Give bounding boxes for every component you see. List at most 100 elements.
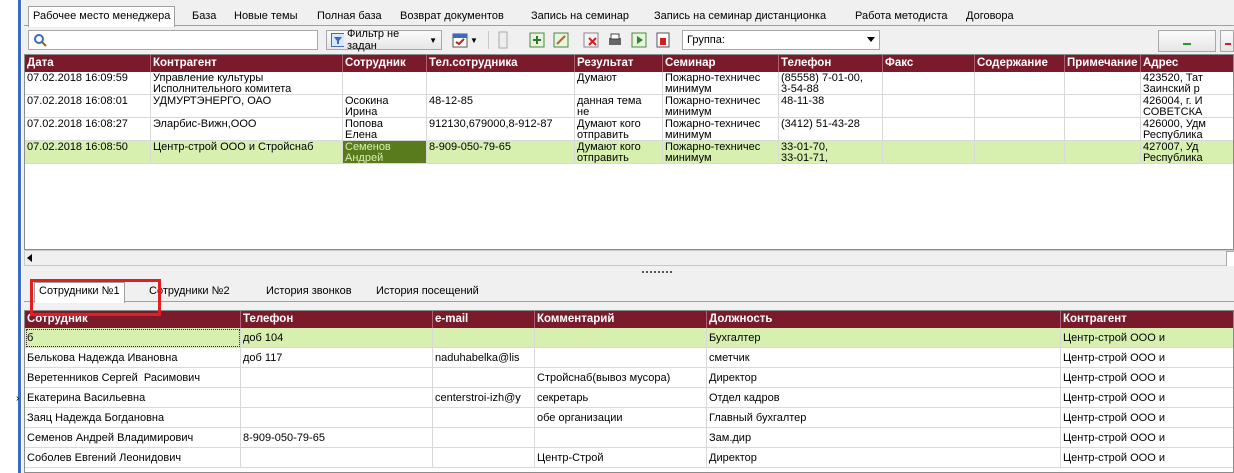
col-header-seminar[interactable]: Семинар <box>663 55 779 72</box>
calls-row[interactable]: 07.02.2018 16:08:27 Эларбис-Вижн,ООО Поп… <box>25 118 1233 141</box>
cell-seminar: Пожарно-техничес минимум <box>663 118 779 141</box>
horizontal-scrollbar[interactable] <box>24 250 1234 267</box>
cell-phone: 48-11-38 <box>779 95 883 118</box>
scroll-thumb[interactable] <box>1226 251 1234 267</box>
tab-contracts[interactable]: Договора <box>964 9 1016 25</box>
splitter-grip-icon <box>642 271 672 273</box>
tab-seminar-remote-signup[interactable]: Запись на семинар дистанционка <box>652 9 828 25</box>
col-header-address[interactable]: Адрес <box>1141 55 1233 72</box>
tab-manager-workplace[interactable]: Рабочее место менеджера <box>28 6 176 27</box>
col-header-staff-position[interactable]: Должность <box>707 311 1061 328</box>
col-header-employee-phone[interactable]: Тел.сотрудника <box>427 55 575 72</box>
tab-call-history[interactable]: История звонков <box>266 285 352 297</box>
staff-row[interactable]: Екатерина Васильевна centerstroi-izh@y сек… <box>25 388 1233 408</box>
col-header-fax[interactable]: Факс <box>883 55 975 72</box>
print-button[interactable] <box>604 30 626 50</box>
tab-full-base[interactable]: Полная база <box>315 9 384 25</box>
col-header-staff-email[interactable]: e-mail <box>433 311 535 328</box>
cell-phone: 33-01-70, 33-01-71, <box>779 141 883 164</box>
tab-staff-2[interactable]: Сотрудники №2 <box>149 285 230 297</box>
calls-row-selected[interactable]: 07.02.2018 16:08:50 Центр-строй ООО и Ст… <box>25 141 1233 164</box>
green-dash-icon <box>1183 43 1191 45</box>
cell-content <box>975 72 1065 95</box>
export-button[interactable] <box>526 30 548 50</box>
delete-button[interactable] <box>580 30 602 50</box>
export-icon <box>529 32 545 48</box>
staff-row[interactable]: Заяц Надежда Богдановна обе организации Гл… <box>25 408 1233 428</box>
cell-fax <box>883 141 975 164</box>
staff-row[interactable]: Белькова Надежда Ивановна доб 117 naduhabe… <box>25 348 1233 368</box>
calls-row[interactable]: 07.02.2018 16:08:01 УДМУРТЭНЕРГО, ОАО Ос… <box>25 95 1233 118</box>
col-header-date[interactable]: Дата <box>25 55 151 72</box>
tab-new-topics[interactable]: Новые темы <box>232 9 300 25</box>
tab-returned-documents[interactable]: Возврат документов <box>398 9 506 25</box>
staff-row[interactable]: Веретенников Сергей Расимович Стройснаб(в… <box>25 368 1233 388</box>
filter-dropdown[interactable]: Фильтр не задан ▼ <box>326 28 442 52</box>
cell-contractor: Центр-строй ООО и Стройснаб <box>151 141 343 164</box>
chart-icon <box>498 31 508 49</box>
cell-note <box>1065 118 1141 141</box>
panel-splitter[interactable] <box>24 266 1234 278</box>
col-header-contractor[interactable]: Контрагент <box>151 55 343 72</box>
cell-note <box>1065 95 1141 118</box>
calls-grid[interactable]: Дата Контрагент Сотрудник Тел.сотрудника… <box>24 54 1234 250</box>
col-header-note[interactable]: Примечание <box>1065 55 1141 72</box>
cell-address: 426004, г. И СОВЕТСКА <box>1141 95 1233 118</box>
cell-date: 07.02.2018 16:08:01 <box>25 95 151 118</box>
chevron-down-icon: ▼ <box>470 35 478 45</box>
cell-staff-phone <box>241 408 433 428</box>
cell-seminar: Пожарно-техничес минимум <box>663 141 779 164</box>
cell-staff-phone <box>241 448 433 468</box>
cell-employee-focused[interactable]: Семенов Андрей <box>343 141 427 164</box>
cell-staff-position: Бухгалтер <box>707 328 1061 348</box>
scroll-left-arrow-icon[interactable] <box>27 254 32 262</box>
cell-staff-comment <box>535 328 707 348</box>
col-header-result[interactable]: Результат <box>575 55 663 72</box>
chevron-down-icon <box>867 37 875 42</box>
staff-row[interactable]: Семенов Андрей Владимирович 8-909-050-79-… <box>25 428 1233 448</box>
calls-row[interactable]: 07.02.2018 16:09:59 Управление культуры … <box>25 72 1233 95</box>
cell-employee-phone: 48-12-85 <box>427 95 575 118</box>
cell-fax <box>883 118 975 141</box>
calendar-button[interactable]: ▼ <box>448 30 482 50</box>
red-action-button[interactable] <box>1220 30 1234 52</box>
green-action-button[interactable] <box>1158 30 1216 52</box>
col-header-content[interactable]: Содержание <box>975 55 1065 72</box>
tab-visit-history[interactable]: История посещений <box>376 285 479 297</box>
cell-staff-name: Семенов Андрей Владимирович <box>25 428 241 448</box>
staff-row-selected[interactable]: б доб 104 Бухгалтер Центр-строй ООО и <box>25 328 1233 348</box>
tab-methodist-work[interactable]: Работа методиста <box>853 9 950 25</box>
staff-row[interactable]: Соболев Евгений Леонидович Центр-Строй Дир… <box>25 448 1233 468</box>
cell-staff-position: Директор <box>707 368 1061 388</box>
col-header-staff-phone[interactable]: Телефон <box>241 311 433 328</box>
group-select[interactable]: Группа: <box>682 30 880 50</box>
col-header-staff-comment[interactable]: Комментарий <box>535 311 707 328</box>
cell-staff-email: centerstroi-izh@y <box>433 388 535 408</box>
chart-button[interactable] <box>494 30 512 50</box>
cell-staff-email <box>433 448 535 468</box>
search-input[interactable] <box>28 30 318 50</box>
report-button[interactable] <box>652 30 674 50</box>
col-header-employee[interactable]: Сотрудник <box>343 55 427 72</box>
delete-icon <box>583 32 599 48</box>
cell-staff-comment: Центр-Строй <box>535 448 707 468</box>
red-dash-icon <box>1225 43 1231 45</box>
cell-staff-name: Веретенников Сергей Расимович <box>25 368 241 388</box>
cell-staff-position: Отдел кадров <box>707 388 1061 408</box>
edit-icon <box>553 32 569 48</box>
cell-staff-name: Соболев Евгений Леонидович <box>25 448 241 468</box>
cell-phone: (3412) 51-43-28 <box>779 118 883 141</box>
play-button[interactable] <box>628 30 650 50</box>
tab-base[interactable]: База <box>190 9 218 25</box>
cell-staff-comment: Стройснаб(вывоз мусора) <box>535 368 707 388</box>
cell-contractor: Эларбис-Вижн,ООО <box>151 118 343 141</box>
tab-seminar-signup[interactable]: Запись на семинар <box>529 9 631 25</box>
toolbar: Фильтр не задан ▼ ▼ Группа: <box>24 27 1234 53</box>
cell-staff-email <box>433 408 535 428</box>
col-header-staff-contractor[interactable]: Контрагент <box>1061 311 1233 328</box>
cell-staff-contractor: Центр-строй ООО и <box>1061 388 1233 408</box>
cell-staff-name: Заяц Надежда Богдановна <box>25 408 241 428</box>
cell-phone: (85558) 7-01-00, 3-54-88 <box>779 72 883 95</box>
edit-button[interactable] <box>550 30 572 50</box>
col-header-phone[interactable]: Телефон <box>779 55 883 72</box>
